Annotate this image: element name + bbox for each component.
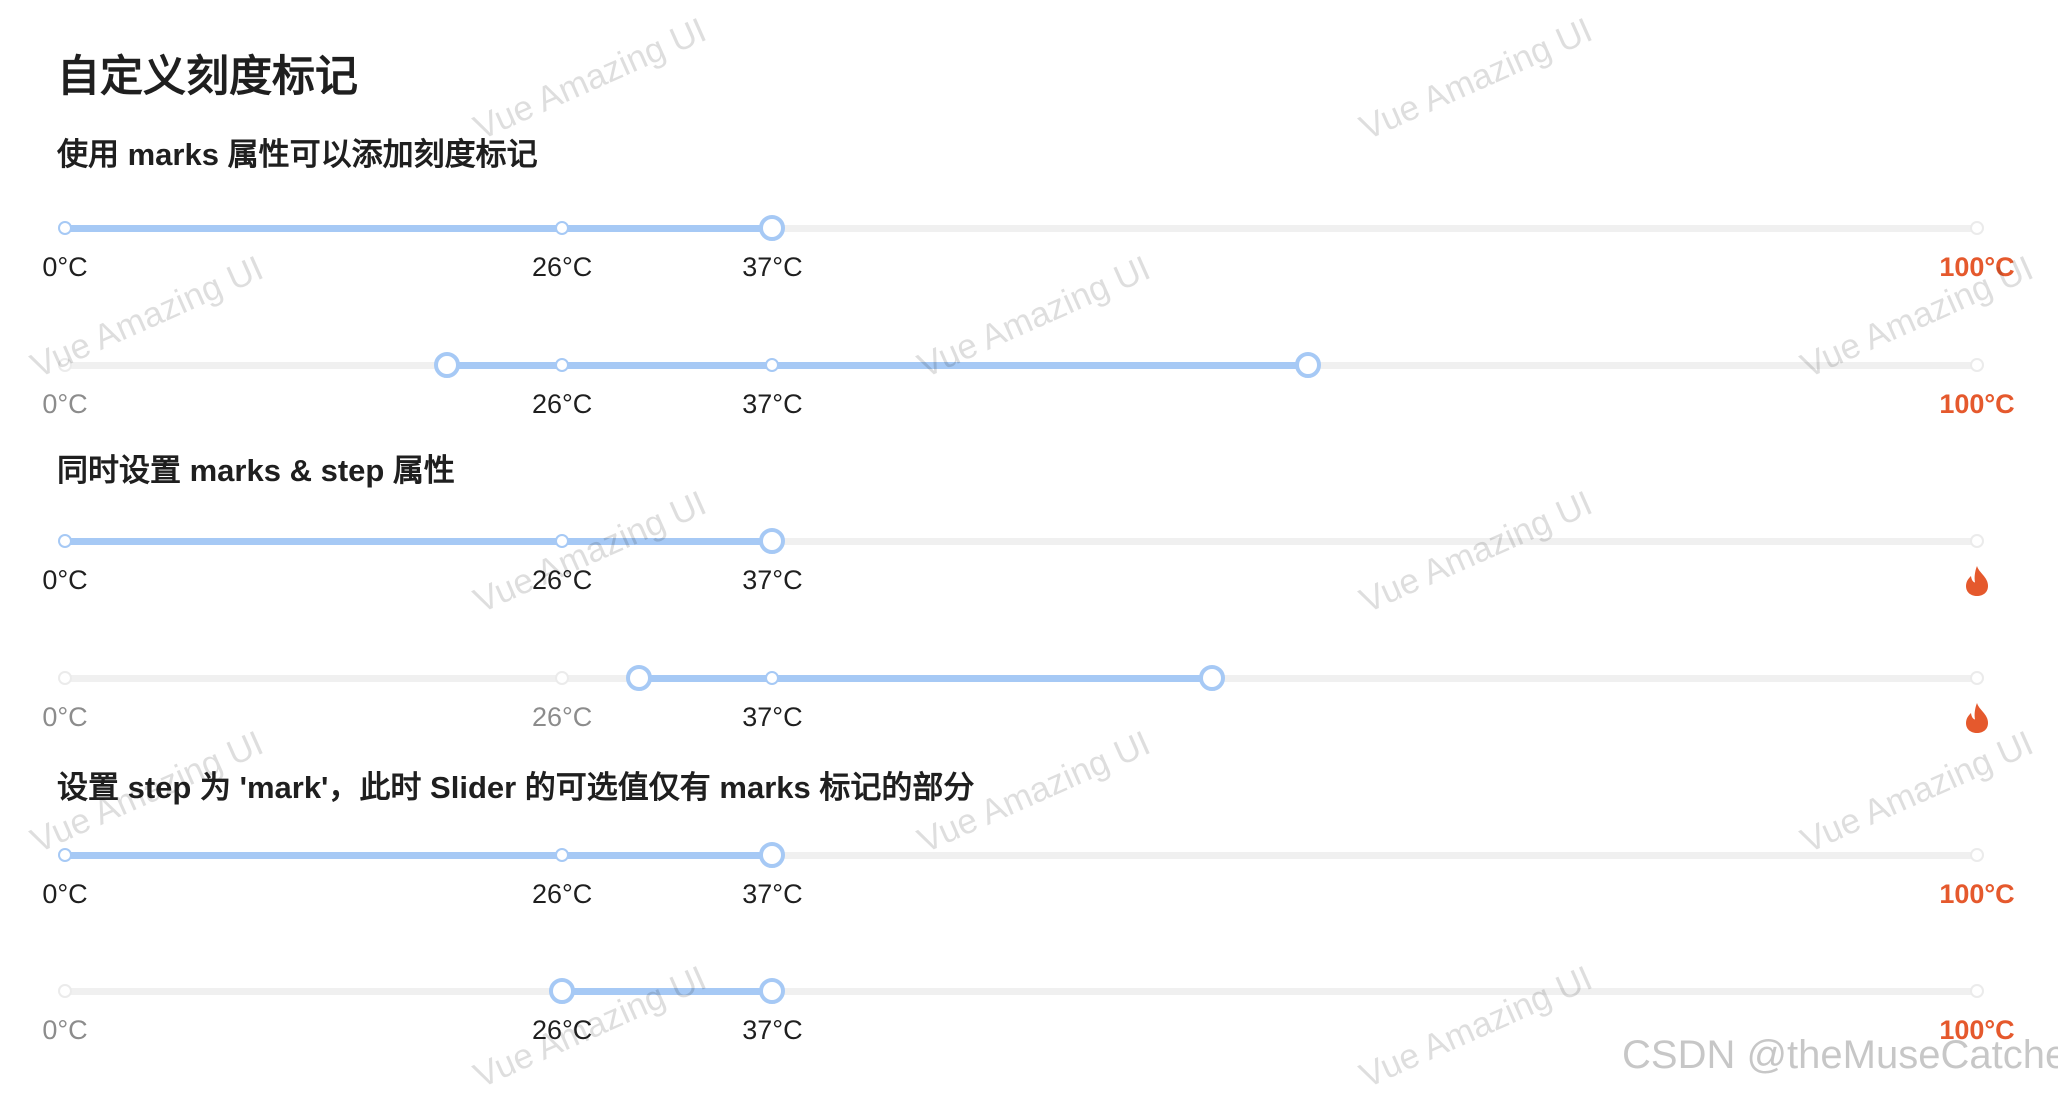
mark-label-26: 26°C <box>531 1015 593 1045</box>
mark-dot <box>1970 848 1984 862</box>
slider-track <box>562 988 773 995</box>
watermark: Vue Amazing UI <box>1354 10 1598 148</box>
section-title-step-mark: 设置 step 为 'mark'，此时 Slider 的可选值仅有 marks … <box>57 770 975 805</box>
fire-icon <box>1966 703 1988 733</box>
mark-dot <box>555 671 570 685</box>
watermark: Vue Amazing UI <box>468 10 712 148</box>
slider-handle-high[interactable] <box>1294 352 1321 378</box>
mark-dot <box>58 534 72 548</box>
mark-dot <box>1970 358 1984 372</box>
mark-label-26: 26°C <box>531 389 593 419</box>
watermark: Vue Amazing UI <box>1795 723 2039 861</box>
mark-label-37: 37°C <box>742 702 803 732</box>
mark-dot <box>555 358 570 372</box>
mark-dot <box>765 358 780 372</box>
fire-icon <box>1966 566 1988 596</box>
mark-label-0: 0°C <box>42 252 88 282</box>
mark-label-100: 100°C <box>1939 389 2015 419</box>
mark-dot <box>555 848 570 862</box>
mark-label-0: 0°C <box>42 1015 88 1045</box>
slider-track <box>447 362 1308 369</box>
mark-label-0: 0°C <box>42 565 88 595</box>
mark-dot <box>765 671 780 685</box>
mark-dot <box>1970 984 1984 998</box>
mark-dot <box>1970 534 1984 548</box>
mark-label-37: 37°C <box>742 1015 803 1045</box>
mark-dot <box>555 534 570 548</box>
mark-dot <box>58 984 72 998</box>
mark-label-26: 26°C <box>531 702 593 732</box>
slider-handle-high[interactable] <box>1199 665 1226 691</box>
watermark: Vue Amazing UI <box>468 483 712 621</box>
section-title-marks-step: 同时设置 marks & step 属性 <box>57 453 455 488</box>
slider-handle[interactable] <box>759 528 786 554</box>
mark-label-37: 37°C <box>742 252 803 282</box>
slider-handle-low[interactable] <box>434 352 461 378</box>
slider-track <box>638 675 1213 682</box>
mark-dot <box>1970 671 1984 685</box>
section-title-marks: 使用 marks 属性可以添加刻度标记 <box>57 137 538 172</box>
slider-handle-low[interactable] <box>625 665 652 691</box>
mark-dot <box>58 671 72 685</box>
mark-label-0: 0°C <box>42 389 88 419</box>
mark-label-26: 26°C <box>531 879 593 909</box>
mark-label-37: 37°C <box>742 879 803 909</box>
mark-label-100: 100°C <box>1939 252 2015 282</box>
mark-dot <box>58 358 72 372</box>
mark-label-37: 37°C <box>742 389 803 419</box>
watermark: Vue Amazing UI <box>1354 958 1598 1096</box>
slider-handle-low[interactable] <box>549 978 576 1004</box>
mark-label-26: 26°C <box>531 252 593 282</box>
mark-dot <box>555 221 570 235</box>
slider-handle[interactable] <box>759 215 786 241</box>
mark-label-0: 0°C <box>42 702 88 732</box>
mark-dot <box>1970 221 1984 235</box>
mark-label-100: 100°C <box>1939 879 2015 909</box>
slider-track <box>65 538 773 545</box>
csdn-watermark: CSDN @theMuseCatcher <box>1622 1033 2058 1077</box>
mark-dot <box>58 848 72 862</box>
mark-label-26: 26°C <box>531 565 593 595</box>
range-slider[interactable]: 0°C 26°C 37°C 100°C <box>0 0 2058 1045</box>
slider-track <box>65 225 773 232</box>
slider-track <box>65 852 773 859</box>
page-title: 自定义刻度标记 <box>57 53 358 101</box>
mark-label-0: 0°C <box>42 879 88 909</box>
mark-dot <box>58 221 72 235</box>
slider-handle-high[interactable] <box>759 978 786 1004</box>
mark-label-37: 37°C <box>742 565 803 595</box>
slider-rail[interactable] <box>65 988 1977 995</box>
slider-handle[interactable] <box>759 842 786 868</box>
watermark: Vue Amazing UI <box>1354 483 1598 621</box>
